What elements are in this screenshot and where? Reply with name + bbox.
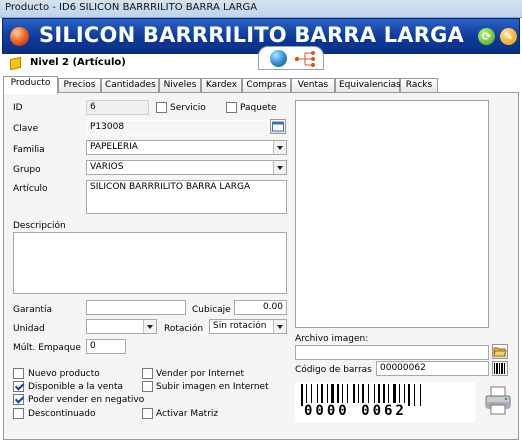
servicio-checkbox[interactable] — [156, 102, 167, 113]
tab-niveles[interactable]: Niveles — [159, 78, 201, 93]
archivo-imagen-label: Archivo imagen: — [295, 334, 369, 344]
descripcion-field[interactable] — [13, 232, 287, 294]
cube-icon — [10, 56, 21, 71]
grupo-select[interactable]: VARIOS — [86, 160, 287, 175]
calendar-icon[interactable] — [270, 119, 286, 134]
codigo-barras-label: Código de barras — [295, 365, 372, 375]
green-refresh-icon[interactable]: ⟳ — [478, 28, 495, 45]
vender-negativo-checkbox[interactable] — [13, 394, 24, 405]
unidad-label: Unidad — [13, 324, 45, 334]
descontinuado-checkbox[interactable] — [13, 408, 24, 419]
paquete-label: Paquete — [240, 103, 277, 113]
orange-sphere-icon — [10, 27, 29, 46]
articulo-field[interactable]: SILICON BARRRILITO BARRA LARGA — [86, 180, 287, 214]
rotacion-select[interactable]: Sin rotación — [209, 319, 287, 334]
folder-open-icon[interactable] — [492, 344, 508, 359]
nuevo-producto-checkbox[interactable] — [13, 368, 24, 379]
globe-icon[interactable] — [270, 50, 287, 67]
barcode-image: 0000 0062 — [295, 382, 475, 422]
codigo-barras-field[interactable]: 00000062 — [376, 361, 489, 376]
familia-select[interactable]: PAPELERIA — [86, 140, 287, 155]
rotacion-label: Rotación — [164, 324, 204, 334]
banner-title: SILICON BARRRILITO BARRA LARGA — [39, 23, 465, 47]
descontinuado-label: Descontinuado — [28, 409, 96, 419]
orange-edit-icon[interactable]: ✎ — [500, 28, 517, 45]
tab-strip: Producto Precios Cantidades Niveles Kard… — [3, 76, 519, 94]
unidad-select[interactable] — [86, 319, 157, 334]
id-label: ID — [13, 103, 23, 113]
tab-precios[interactable]: Precios — [58, 78, 101, 93]
familia-label: Familia — [13, 145, 45, 155]
garantia-label: Garantía — [13, 305, 52, 315]
rotacion-value: Sin rotación — [213, 321, 267, 331]
tab-compras[interactable]: Compras — [242, 78, 291, 93]
tab-cantidades[interactable]: Cantidades — [101, 78, 159, 93]
familia-value: PAPELERIA — [90, 142, 138, 152]
barcode-bar — [408, 384, 410, 406]
id-field: 6 — [86, 100, 149, 115]
barcode-bar — [420, 384, 421, 406]
descripcion-label: Descripción — [13, 221, 66, 231]
paquete-checkbox[interactable] — [226, 102, 237, 113]
level-label: Nivel 2 (Artículo) — [30, 57, 126, 68]
servicio-label: Servicio — [170, 103, 206, 113]
vender-negativo-label: Poder vender en negativo — [28, 395, 145, 405]
clave-label: Clave — [13, 124, 39, 134]
grupo-label: Grupo — [13, 165, 41, 175]
disponible-venta-label: Disponible a la venta — [28, 382, 124, 392]
mult-empaque-label: Múlt. Empaque — [13, 343, 81, 353]
chevron-down-icon[interactable] — [273, 161, 286, 174]
chevron-down-icon[interactable] — [143, 320, 156, 333]
product-image-box[interactable] — [295, 100, 489, 328]
chevron-down-icon[interactable] — [273, 141, 286, 154]
chevron-down-icon[interactable] — [273, 320, 286, 333]
mult-empaque-field[interactable]: 0 — [86, 339, 126, 354]
vender-internet-label: Vender por Internet — [156, 369, 245, 379]
window-titlebar: Producto - ID6 SILICON BARRRILITO BARRA … — [0, 0, 522, 18]
subir-imagen-label: Subir imagen en Internet — [156, 382, 269, 392]
grupo-value: VARIOS — [90, 162, 124, 172]
tab-kardex[interactable]: Kardex — [201, 78, 242, 93]
tab-racks[interactable]: Racks — [400, 78, 438, 93]
disponible-venta-checkbox[interactable] — [13, 381, 24, 392]
barcode-icon[interactable] — [492, 361, 508, 376]
cubicaje-label: Cubicaje — [192, 305, 231, 315]
cubicaje-field[interactable]: 0.00 — [234, 300, 287, 315]
nuevo-producto-label: Nuevo producto — [28, 369, 100, 379]
tab-ventas[interactable]: Ventas — [291, 78, 335, 93]
vender-internet-checkbox[interactable] — [142, 368, 153, 379]
archivo-imagen-field[interactable] — [295, 345, 489, 360]
tab-equivalencias[interactable]: Equivalencias — [335, 78, 401, 93]
garantia-field[interactable] — [86, 300, 186, 315]
activar-matriz-label: Activar Matriz — [156, 409, 219, 419]
barcode-bar — [414, 384, 415, 406]
toolbar — [258, 46, 324, 70]
tab-producto[interactable]: Producto — [3, 76, 58, 94]
tree-structure-icon[interactable] — [293, 50, 319, 68]
printer-icon[interactable] — [483, 384, 513, 416]
articulo-label: Artículo — [13, 184, 48, 194]
subir-imagen-checkbox[interactable] — [142, 381, 153, 392]
activar-matriz-checkbox[interactable] — [142, 408, 153, 419]
window-title: Producto - ID6 SILICON BARRRILITO BARRA … — [5, 2, 258, 13]
barcode-number: 0000 0062 — [303, 403, 408, 419]
clave-field[interactable]: P13008 — [86, 120, 269, 135]
